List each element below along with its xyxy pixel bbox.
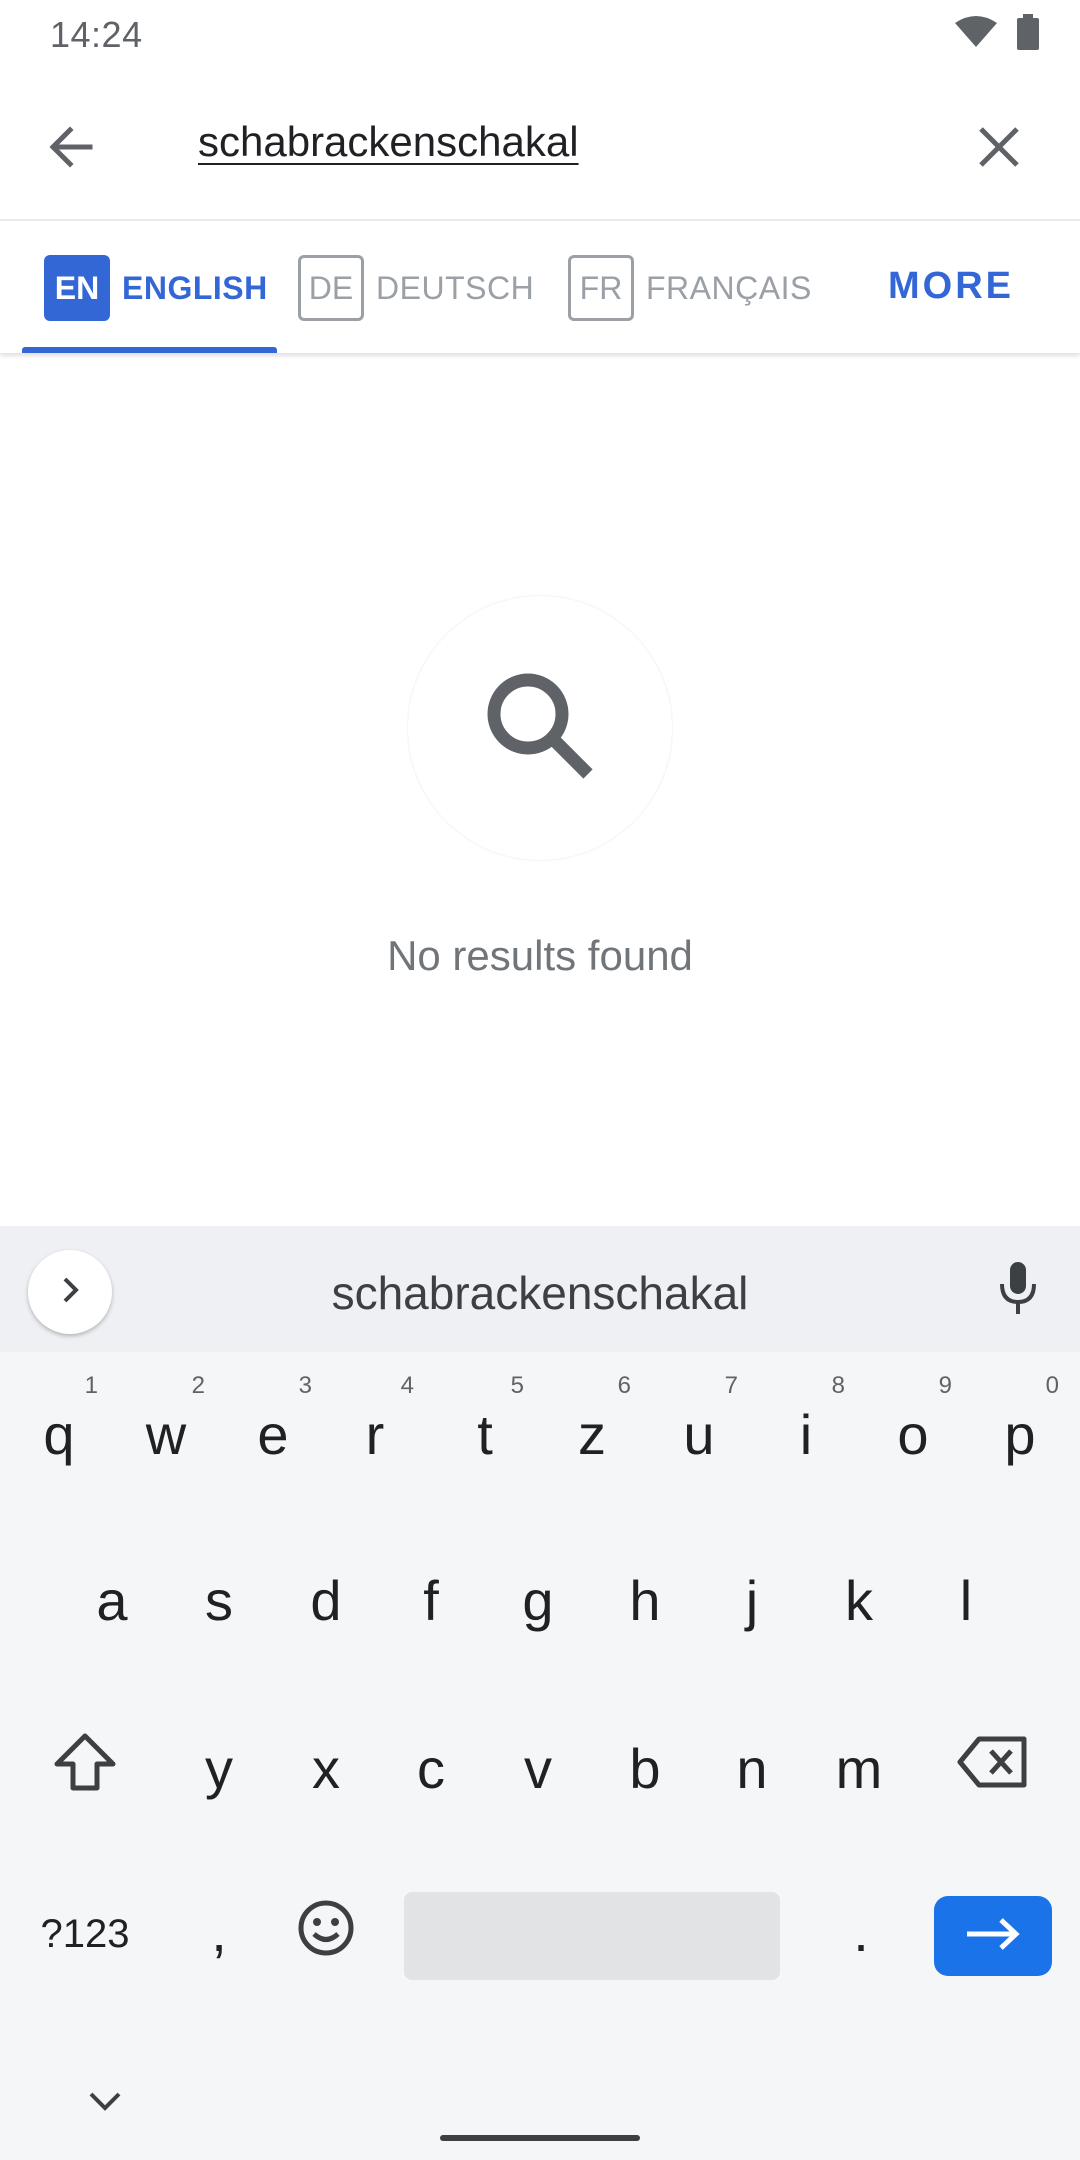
backspace-key[interactable]: [928, 1698, 1058, 1838]
key-y[interactable]: y: [166, 1698, 272, 1838]
key-g[interactable]: g: [485, 1530, 591, 1670]
tab-english[interactable]: EN ENGLISH: [44, 255, 268, 321]
key-hint: 4: [400, 1372, 414, 1399]
close-icon: [977, 125, 1021, 174]
symbols-key[interactable]: ?123: [20, 1864, 150, 2004]
status-bar: 14:24: [0, 0, 1080, 66]
tab-code: FR: [568, 255, 634, 321]
tab-deutsch[interactable]: DE DEUTSCH: [298, 255, 534, 321]
key-x[interactable]: x: [273, 1698, 379, 1838]
tab-francais[interactable]: FR FRANÇAIS: [568, 255, 812, 321]
key-f[interactable]: f: [378, 1530, 484, 1670]
shift-key[interactable]: [20, 1698, 150, 1838]
key-t[interactable]: t5: [432, 1364, 538, 1504]
key-d[interactable]: d: [273, 1530, 379, 1670]
empty-state-badge: [408, 596, 672, 860]
enter-key[interactable]: [934, 1896, 1052, 1976]
more-languages-button[interactable]: MORE: [888, 265, 1014, 308]
key-i[interactable]: i8: [753, 1364, 859, 1504]
language-tabs: EN ENGLISH DE DEUTSCH FR FRANÇAIS MORE: [0, 221, 1080, 353]
key-hint: 9: [938, 1372, 952, 1399]
soft-keyboard: schabrackenschakal q1 w2 e3 r4 t5 z6 u7 …: [0, 1226, 1080, 2160]
key-hint: 6: [617, 1372, 631, 1399]
shift-icon: [53, 1732, 117, 1805]
key-hint: 8: [831, 1372, 845, 1399]
key-char: u: [683, 1402, 715, 1466]
hide-keyboard-button[interactable]: [70, 2078, 140, 2128]
search-input[interactable]: schabrackenschakal: [198, 118, 579, 166]
suggestion-word[interactable]: schabrackenschakal: [0, 1266, 1080, 1320]
key-j[interactable]: j: [699, 1530, 805, 1670]
tab-label: ENGLISH: [122, 269, 268, 306]
key-o[interactable]: o9: [860, 1364, 966, 1504]
key-p[interactable]: p0: [967, 1364, 1073, 1504]
key-z[interactable]: z6: [539, 1364, 645, 1504]
key-q[interactable]: q1: [6, 1364, 112, 1504]
search-icon: [480, 666, 600, 791]
key-c[interactable]: c: [378, 1698, 484, 1838]
arrow-left-icon: [46, 122, 96, 177]
tab-label: FRANÇAIS: [646, 269, 812, 306]
period-key[interactable]: .: [808, 1864, 914, 2004]
key-char: t: [477, 1402, 493, 1466]
voice-input-button[interactable]: [980, 1252, 1056, 1328]
backspace-icon: [957, 1736, 1029, 1801]
key-hint: 7: [724, 1372, 738, 1399]
key-l[interactable]: l: [913, 1530, 1019, 1670]
key-char: r: [365, 1402, 385, 1466]
tab-code: EN: [44, 255, 110, 321]
key-u[interactable]: u7: [646, 1364, 752, 1504]
key-n[interactable]: n: [699, 1698, 805, 1838]
microphone-icon: [998, 1260, 1038, 1321]
status-icons: [954, 14, 1040, 55]
key-hint: 2: [191, 1372, 205, 1399]
key-h[interactable]: h: [592, 1530, 698, 1670]
tab-indicator: [22, 347, 277, 353]
key-s[interactable]: s: [166, 1530, 272, 1670]
status-time: 14:24: [50, 14, 143, 55]
wifi-icon: [954, 15, 998, 54]
key-w[interactable]: w2: [113, 1364, 219, 1504]
back-button[interactable]: [30, 108, 112, 190]
key-hint: 5: [510, 1372, 524, 1399]
search-toolbar: schabrackenschakal: [0, 66, 1080, 221]
emoji-icon: [297, 1899, 355, 1970]
key-hint: 0: [1045, 1372, 1059, 1399]
key-k[interactable]: k: [806, 1530, 912, 1670]
key-m[interactable]: m: [806, 1698, 912, 1838]
emoji-key[interactable]: [273, 1864, 379, 2004]
comma-key[interactable]: ,: [166, 1864, 272, 2004]
tab-label: DEUTSCH: [376, 269, 535, 306]
tab-code: DE: [298, 255, 364, 321]
key-hint: 3: [298, 1372, 312, 1399]
key-hint: 1: [84, 1372, 98, 1399]
key-v[interactable]: v: [485, 1698, 591, 1838]
key-e[interactable]: e3: [220, 1364, 326, 1504]
empty-state-message: No results found: [387, 932, 693, 979]
battery-icon: [1016, 14, 1040, 55]
key-char: p: [1004, 1402, 1036, 1466]
key-char: q: [43, 1402, 75, 1466]
key-char: i: [799, 1402, 813, 1466]
key-a[interactable]: a: [59, 1530, 165, 1670]
chevron-down-icon: [88, 2091, 122, 2116]
key-r[interactable]: r4: [322, 1364, 428, 1504]
space-key[interactable]: [404, 1892, 780, 1980]
key-char: w: [145, 1402, 187, 1466]
key-char: o: [897, 1402, 929, 1466]
clear-search-button[interactable]: [958, 108, 1040, 190]
key-b[interactable]: b: [592, 1698, 698, 1838]
home-indicator: [440, 2135, 640, 2141]
key-char: z: [578, 1402, 606, 1466]
arrow-right-icon: [965, 1917, 1021, 1956]
suggestion-strip: schabrackenschakal: [0, 1226, 1080, 1352]
key-char: e: [257, 1402, 289, 1466]
